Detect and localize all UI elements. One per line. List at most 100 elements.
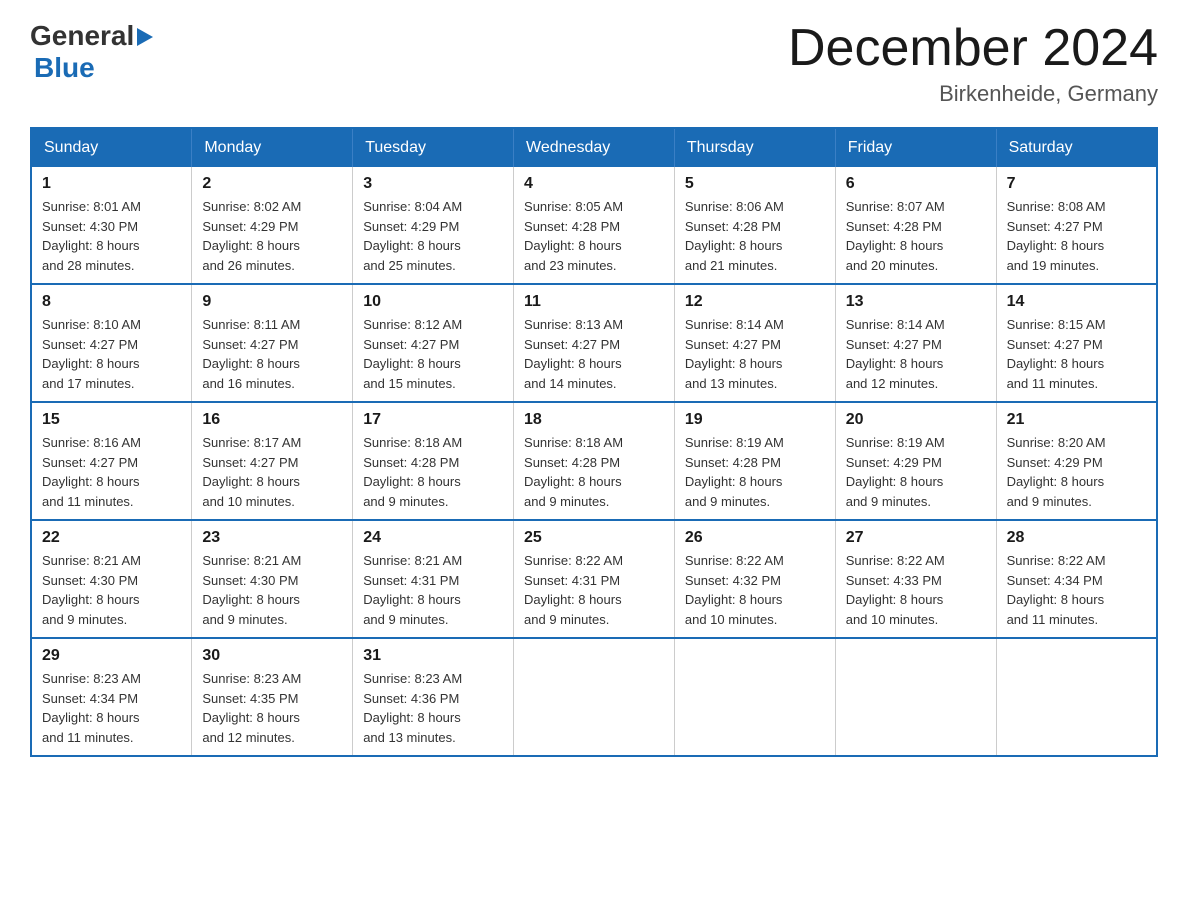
day-info: Sunrise: 8:19 AMSunset: 4:29 PMDaylight:… (846, 433, 986, 511)
month-year-title: December 2024 (788, 20, 1158, 77)
day-number: 13 (846, 293, 986, 311)
day-info: Sunrise: 8:04 AMSunset: 4:29 PMDaylight:… (363, 197, 503, 275)
day-number: 25 (524, 529, 664, 547)
day-info: Sunrise: 8:18 AMSunset: 4:28 PMDaylight:… (363, 433, 503, 511)
day-number: 27 (846, 529, 986, 547)
day-info: Sunrise: 8:14 AMSunset: 4:27 PMDaylight:… (846, 315, 986, 393)
day-number: 19 (685, 411, 825, 429)
day-info: Sunrise: 8:15 AMSunset: 4:27 PMDaylight:… (1007, 315, 1146, 393)
location-subtitle: Birkenheide, Germany (788, 81, 1158, 107)
day-info: Sunrise: 8:23 AMSunset: 4:36 PMDaylight:… (363, 669, 503, 747)
day-number: 21 (1007, 411, 1146, 429)
calendar-cell: 16 Sunrise: 8:17 AMSunset: 4:27 PMDaylig… (192, 402, 353, 520)
day-number: 2 (202, 175, 342, 193)
day-number: 6 (846, 175, 986, 193)
header-tuesday: Tuesday (353, 128, 514, 167)
day-info: Sunrise: 8:11 AMSunset: 4:27 PMDaylight:… (202, 315, 342, 393)
day-info: Sunrise: 8:14 AMSunset: 4:27 PMDaylight:… (685, 315, 825, 393)
day-info: Sunrise: 8:22 AMSunset: 4:31 PMDaylight:… (524, 551, 664, 629)
logo: General Blue (30, 20, 153, 84)
calendar-cell: 14 Sunrise: 8:15 AMSunset: 4:27 PMDaylig… (996, 284, 1157, 402)
calendar-week-row: 29 Sunrise: 8:23 AMSunset: 4:34 PMDaylig… (31, 638, 1157, 756)
day-info: Sunrise: 8:13 AMSunset: 4:27 PMDaylight:… (524, 315, 664, 393)
day-number: 14 (1007, 293, 1146, 311)
day-number: 28 (1007, 529, 1146, 547)
day-number: 24 (363, 529, 503, 547)
calendar-cell: 3 Sunrise: 8:04 AMSunset: 4:29 PMDayligh… (353, 167, 514, 284)
day-number: 9 (202, 293, 342, 311)
calendar-cell: 8 Sunrise: 8:10 AMSunset: 4:27 PMDayligh… (31, 284, 192, 402)
calendar-week-row: 1 Sunrise: 8:01 AMSunset: 4:30 PMDayligh… (31, 167, 1157, 284)
calendar-header-row: SundayMondayTuesdayWednesdayThursdayFrid… (31, 128, 1157, 167)
day-info: Sunrise: 8:06 AMSunset: 4:28 PMDaylight:… (685, 197, 825, 275)
day-info: Sunrise: 8:21 AMSunset: 4:31 PMDaylight:… (363, 551, 503, 629)
day-info: Sunrise: 8:02 AMSunset: 4:29 PMDaylight:… (202, 197, 342, 275)
day-info: Sunrise: 8:22 AMSunset: 4:34 PMDaylight:… (1007, 551, 1146, 629)
calendar-cell: 30 Sunrise: 8:23 AMSunset: 4:35 PMDaylig… (192, 638, 353, 756)
day-info: Sunrise: 8:17 AMSunset: 4:27 PMDaylight:… (202, 433, 342, 511)
calendar-cell: 1 Sunrise: 8:01 AMSunset: 4:30 PMDayligh… (31, 167, 192, 284)
day-info: Sunrise: 8:19 AMSunset: 4:28 PMDaylight:… (685, 433, 825, 511)
calendar-cell: 19 Sunrise: 8:19 AMSunset: 4:28 PMDaylig… (674, 402, 835, 520)
day-info: Sunrise: 8:20 AMSunset: 4:29 PMDaylight:… (1007, 433, 1146, 511)
logo-general-text: General (30, 20, 134, 52)
calendar-cell: 25 Sunrise: 8:22 AMSunset: 4:31 PMDaylig… (514, 520, 675, 638)
header-wednesday: Wednesday (514, 128, 675, 167)
day-number: 16 (202, 411, 342, 429)
calendar-cell: 6 Sunrise: 8:07 AMSunset: 4:28 PMDayligh… (835, 167, 996, 284)
day-info: Sunrise: 8:21 AMSunset: 4:30 PMDaylight:… (202, 551, 342, 629)
day-number: 1 (42, 175, 181, 193)
day-info: Sunrise: 8:10 AMSunset: 4:27 PMDaylight:… (42, 315, 181, 393)
calendar-week-row: 15 Sunrise: 8:16 AMSunset: 4:27 PMDaylig… (31, 402, 1157, 520)
day-info: Sunrise: 8:22 AMSunset: 4:32 PMDaylight:… (685, 551, 825, 629)
calendar-cell: 24 Sunrise: 8:21 AMSunset: 4:31 PMDaylig… (353, 520, 514, 638)
day-number: 4 (524, 175, 664, 193)
calendar-cell: 17 Sunrise: 8:18 AMSunset: 4:28 PMDaylig… (353, 402, 514, 520)
calendar-cell: 31 Sunrise: 8:23 AMSunset: 4:36 PMDaylig… (353, 638, 514, 756)
calendar-cell: 4 Sunrise: 8:05 AMSunset: 4:28 PMDayligh… (514, 167, 675, 284)
calendar-cell: 18 Sunrise: 8:18 AMSunset: 4:28 PMDaylig… (514, 402, 675, 520)
calendar-cell (674, 638, 835, 756)
title-block: December 2024 Birkenheide, Germany (788, 20, 1158, 107)
calendar-cell (996, 638, 1157, 756)
header-saturday: Saturday (996, 128, 1157, 167)
calendar-cell: 28 Sunrise: 8:22 AMSunset: 4:34 PMDaylig… (996, 520, 1157, 638)
calendar-cell: 2 Sunrise: 8:02 AMSunset: 4:29 PMDayligh… (192, 167, 353, 284)
day-number: 18 (524, 411, 664, 429)
calendar-cell: 13 Sunrise: 8:14 AMSunset: 4:27 PMDaylig… (835, 284, 996, 402)
day-number: 20 (846, 411, 986, 429)
day-info: Sunrise: 8:12 AMSunset: 4:27 PMDaylight:… (363, 315, 503, 393)
calendar-cell: 9 Sunrise: 8:11 AMSunset: 4:27 PMDayligh… (192, 284, 353, 402)
page-header: General Blue December 2024 Birkenheide, … (30, 20, 1158, 107)
calendar-cell (835, 638, 996, 756)
day-number: 29 (42, 647, 181, 665)
day-number: 26 (685, 529, 825, 547)
calendar-cell: 10 Sunrise: 8:12 AMSunset: 4:27 PMDaylig… (353, 284, 514, 402)
header-thursday: Thursday (674, 128, 835, 167)
calendar-cell: 20 Sunrise: 8:19 AMSunset: 4:29 PMDaylig… (835, 402, 996, 520)
day-info: Sunrise: 8:08 AMSunset: 4:27 PMDaylight:… (1007, 197, 1146, 275)
calendar-cell: 7 Sunrise: 8:08 AMSunset: 4:27 PMDayligh… (996, 167, 1157, 284)
header-monday: Monday (192, 128, 353, 167)
day-number: 30 (202, 647, 342, 665)
calendar-cell: 29 Sunrise: 8:23 AMSunset: 4:34 PMDaylig… (31, 638, 192, 756)
day-info: Sunrise: 8:22 AMSunset: 4:33 PMDaylight:… (846, 551, 986, 629)
day-info: Sunrise: 8:21 AMSunset: 4:30 PMDaylight:… (42, 551, 181, 629)
header-sunday: Sunday (31, 128, 192, 167)
day-info: Sunrise: 8:18 AMSunset: 4:28 PMDaylight:… (524, 433, 664, 511)
day-number: 8 (42, 293, 181, 311)
day-number: 3 (363, 175, 503, 193)
calendar-cell: 15 Sunrise: 8:16 AMSunset: 4:27 PMDaylig… (31, 402, 192, 520)
day-info: Sunrise: 8:23 AMSunset: 4:35 PMDaylight:… (202, 669, 342, 747)
calendar-cell (514, 638, 675, 756)
day-number: 7 (1007, 175, 1146, 193)
day-info: Sunrise: 8:07 AMSunset: 4:28 PMDaylight:… (846, 197, 986, 275)
day-number: 15 (42, 411, 181, 429)
calendar-cell: 23 Sunrise: 8:21 AMSunset: 4:30 PMDaylig… (192, 520, 353, 638)
day-number: 31 (363, 647, 503, 665)
day-info: Sunrise: 8:05 AMSunset: 4:28 PMDaylight:… (524, 197, 664, 275)
logo-blue-text: Blue (34, 52, 95, 83)
calendar-cell: 11 Sunrise: 8:13 AMSunset: 4:27 PMDaylig… (514, 284, 675, 402)
calendar-cell: 22 Sunrise: 8:21 AMSunset: 4:30 PMDaylig… (31, 520, 192, 638)
calendar-table: SundayMondayTuesdayWednesdayThursdayFrid… (30, 127, 1158, 757)
